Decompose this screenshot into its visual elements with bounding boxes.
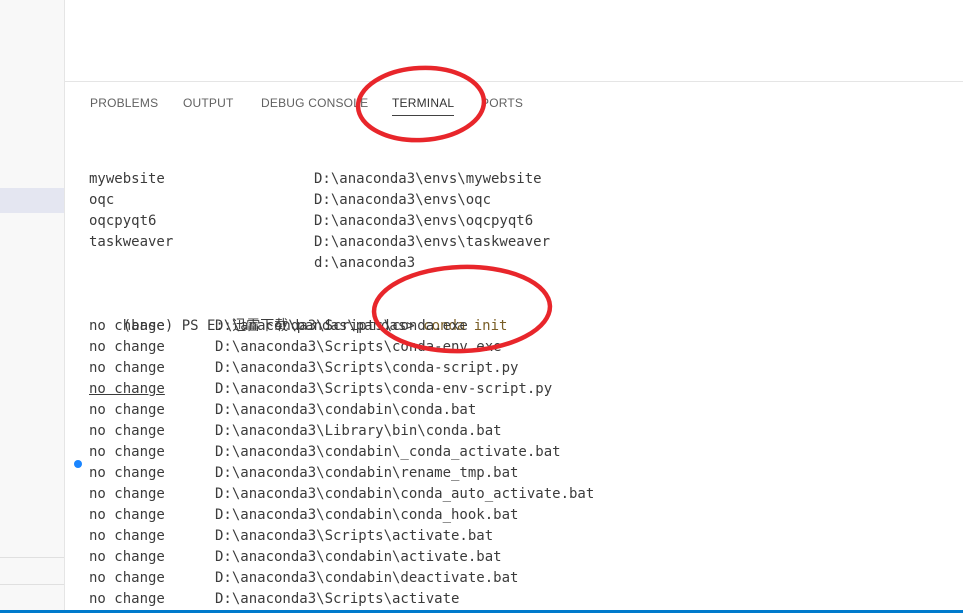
result-status: no change [89,591,165,607]
tab-output[interactable]: OUTPUT [183,96,234,110]
env-row: taskweaver D:\anaconda3\envs\taskweaver [89,232,550,253]
result-path: D:\anaconda3\Scripts\conda-script.py [215,360,519,376]
result-status: no change [89,423,165,439]
result-status: no change [89,528,165,544]
result-row: no change D:\anaconda3\condabin\conda.bat [89,400,476,421]
result-status: no change [89,318,165,334]
env-path: D:\anaconda3\envs\taskweaver [314,234,551,250]
result-path: D:\anaconda3\Scripts\activate [215,591,460,607]
result-row: no change D:\anaconda3\condabin\_conda_ac… [89,442,561,463]
result-path: D:\anaconda3\Scripts\activate.bat [215,528,494,544]
panel-top-border [65,81,963,82]
result-path: D:\anaconda3\condabin\activate.bat [215,549,502,565]
result-path: D:\anaconda3\condabin\deactivate.bat [215,570,519,586]
env-path: D:\anaconda3\envs\mywebsite [314,171,542,187]
env-row: oqc D:\anaconda3\envs\oqc [89,190,491,211]
editor-area [65,0,963,81]
result-row: no change D:\anaconda3\Scripts\conda-env.… [89,337,502,358]
result-row: no change D:\anaconda3\condabin\conda_hoo… [89,505,518,526]
result-path: D:\anaconda3\condabin\_conda_activate.ba… [215,444,561,460]
result-row: no change D:\anaconda3\condabin\conda_aut… [89,484,594,505]
result-row: no change D:\anaconda3\Scripts\activate.b… [89,526,493,547]
result-path: D:\anaconda3\condabin\conda_hook.bat [215,507,519,523]
annotation-circle-terminal [355,65,487,143]
env-name: oqcpyqt6 [89,213,157,229]
result-row: no change D:\anaconda3\Library\bin\conda.… [89,421,502,442]
env-row: oqcpyqt6 D:\anaconda3\envs\oqcpyqt6 [89,211,533,232]
result-path: D:\anaconda3\condabin\conda_auto_activat… [215,486,595,502]
result-status: no change [89,381,165,397]
annotation-circle-command [371,264,553,354]
result-status: no change [89,360,165,376]
result-status: no change [89,339,165,355]
result-row: no change D:\anaconda3\Scripts\conda-scri… [89,358,518,379]
terminal-output[interactable]: mywebsite D:\anaconda3\envs\mywebsite oqc D… [65,160,963,613]
tab-problems[interactable]: PROBLEMS [90,96,158,110]
env-name: mywebsite [89,171,165,187]
sidebar-divider [0,557,64,558]
activity-sidebar [0,0,65,613]
result-row: no change D:\anaconda3\condabin\deactivat… [89,568,518,589]
result-row: no change D:\anaconda3\condabin\activate.… [89,547,502,568]
result-path: D:\anaconda3\condabin\rename_tmp.bat [215,465,519,481]
result-row: no change D:\anaconda3\Scripts\activate [89,589,459,610]
result-status: no change [89,507,165,523]
sidebar-selected-item[interactable] [0,188,64,213]
result-status: no change [89,549,165,565]
env-name: oqc [89,192,115,208]
sidebar-divider [0,584,64,585]
result-status: no change [89,402,165,418]
result-status: no change [89,570,165,586]
tab-debug-console[interactable]: DEBUG CONSOLE [261,96,368,110]
result-row: no change D:\anaconda3\Scripts\conda.exe [89,316,468,337]
env-path: D:\anaconda3\envs\oqc [314,192,492,208]
env-path: D:\anaconda3\envs\oqcpyqt6 [314,213,534,229]
result-path: D:\anaconda3\condabin\conda.bat [215,402,477,418]
result-row: no change D:\anaconda3\condabin\rename_tm… [89,463,518,484]
command-status-dot [74,460,82,468]
result-path: D:\anaconda3\Scripts\conda-env-script.py [215,381,553,397]
env-row: mywebsite D:\anaconda3\envs\mywebsite [89,169,542,190]
result-status: no change [89,465,165,481]
env-name: taskweaver [89,234,174,250]
result-path: D:\anaconda3\Library\bin\conda.bat [215,423,502,439]
result-row: no change D:\anaconda3\Scripts\conda-env-… [89,379,552,400]
result-status: no change [89,486,165,502]
result-status: no change [89,444,165,460]
